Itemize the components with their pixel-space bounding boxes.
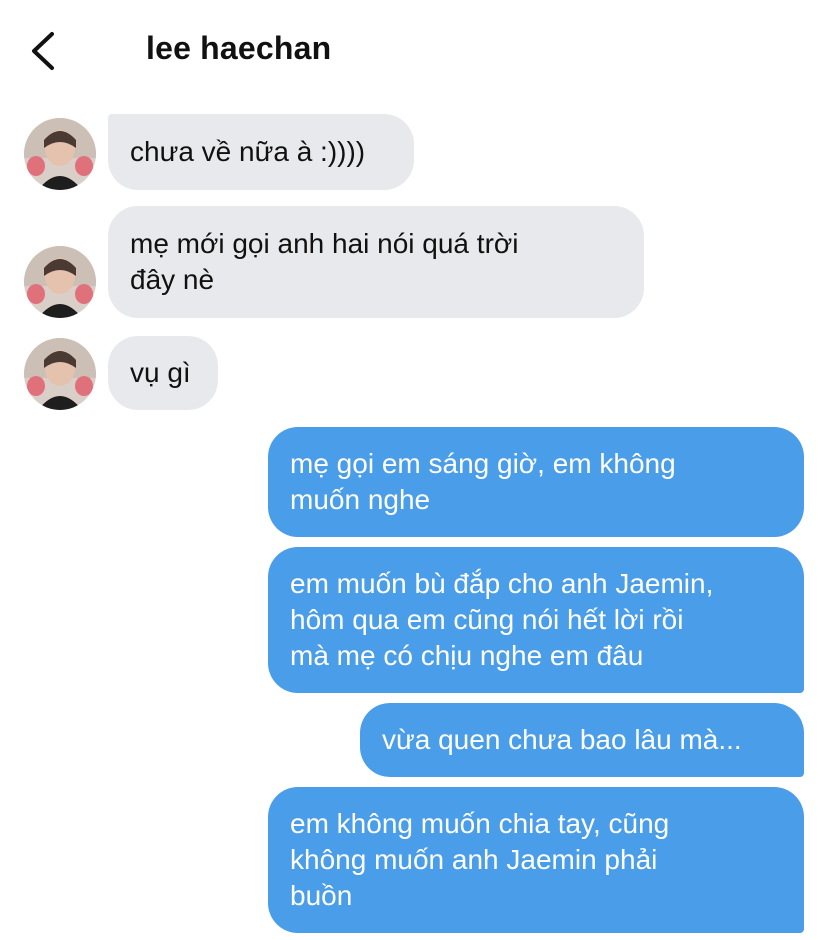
message-bubble-incoming[interactable]: chưa về nữa à :)))) [108,114,414,190]
avatar-photo [24,338,96,410]
message-bubble-outgoing[interactable]: em muốn bù đắp cho anh Jaemin, hôm qua e… [268,547,804,693]
message-text: em không muốn chia tay, cũng không muốn … [290,808,670,911]
avatar-photo [24,246,96,318]
chevron-left-icon [32,32,54,70]
contact-avatar[interactable] [24,118,96,190]
message-text: em muốn bù đắp cho anh Jaemin, hôm qua e… [290,568,714,671]
message-bubble-incoming[interactable]: mẹ mới gọi anh hai nói quá trời đây nè [108,206,644,318]
message-bubble-outgoing[interactable]: vừa quen chưa bao lâu mà... [360,703,804,777]
avatar-photo [24,118,96,190]
message-text: mẹ gọi em sáng giờ, em không muốn nghe [290,448,676,515]
contact-avatar[interactable] [24,338,96,410]
message-text: mẹ mới gọi anh hai nói quá trời đây nè [130,228,519,295]
chat-header: lee haechan [0,0,826,100]
message-text: vừa quen chưa bao lâu mà... [382,724,742,755]
back-button[interactable] [26,26,66,76]
chat-title: lee haechan [146,30,332,66]
contact-avatar[interactable] [24,246,96,318]
message-text: vụ gì [130,357,191,388]
message-bubble-outgoing[interactable]: mẹ gọi em sáng giờ, em không muốn nghe [268,427,804,537]
message-bubble-incoming[interactable]: vụ gì [108,336,218,410]
message-bubble-outgoing[interactable]: em không muốn chia tay, cũng không muốn … [268,787,804,933]
message-text: chưa về nữa à :)))) [130,136,366,167]
